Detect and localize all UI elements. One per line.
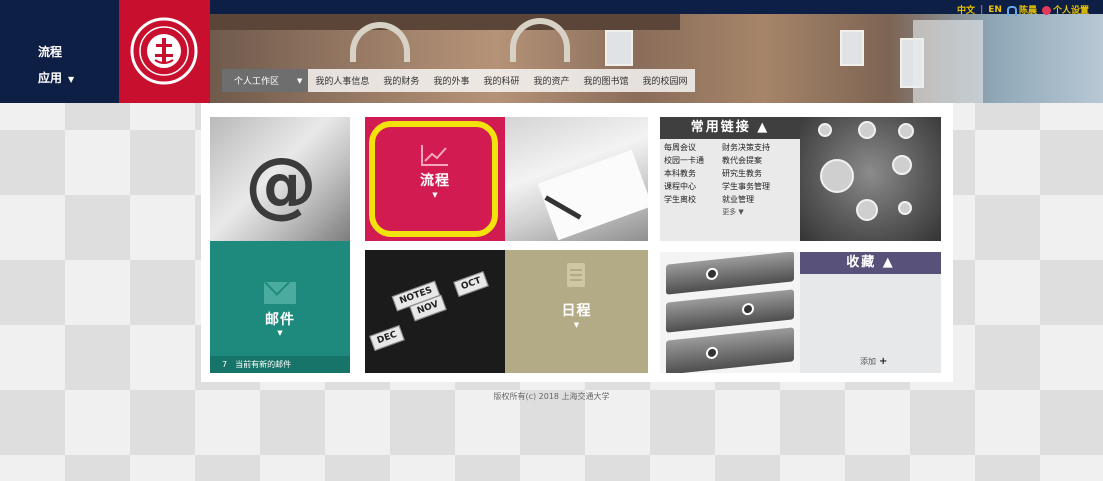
link-item[interactable]: 就业管理 bbox=[722, 194, 800, 207]
chevron-down-icon: ▼ bbox=[297, 76, 303, 85]
favorites-add-button[interactable]: 添加 + bbox=[860, 356, 887, 367]
settings-label: 个人设置 bbox=[1052, 6, 1089, 16]
mail-tile-label: 邮件 bbox=[265, 312, 295, 328]
chevron-down-icon: ▼ bbox=[68, 75, 75, 84]
nav-process-label: 流程 bbox=[38, 45, 63, 59]
network-node-icon bbox=[858, 121, 876, 139]
chevron-down-icon: ▼ bbox=[277, 329, 283, 337]
tab-foreign-affairs[interactable]: 我的外事 bbox=[426, 69, 476, 92]
binder-image bbox=[666, 327, 794, 373]
binder-ring bbox=[706, 267, 718, 281]
tab-personal-workspace[interactable]: 个人工作区 ▼ bbox=[222, 69, 309, 92]
binder-image bbox=[666, 252, 794, 295]
link-item[interactable]: 教代会提案 bbox=[722, 155, 800, 168]
nav-apps[interactable]: 应用 ▼ bbox=[38, 69, 74, 86]
lang-en-link[interactable]: EN bbox=[988, 5, 1002, 15]
university-seal-icon bbox=[130, 17, 198, 85]
mail-count: 7 bbox=[222, 360, 228, 369]
favorites-header[interactable]: 收藏 ▲ bbox=[800, 252, 941, 274]
network-node-icon bbox=[898, 201, 912, 215]
link-item[interactable]: 研究生教务 bbox=[722, 168, 800, 181]
envelope-icon bbox=[264, 282, 296, 304]
process-tile[interactable]: 流程 ▼ bbox=[365, 117, 505, 241]
lang-separator: | bbox=[979, 4, 984, 15]
common-links-header[interactable]: 常用链接 ▲ bbox=[660, 117, 800, 139]
favorites-add-label: 添加 bbox=[860, 357, 876, 366]
binders-photo-tile bbox=[660, 252, 800, 373]
top-right-bar: 中文 | EN 陈晨 个人设置 bbox=[957, 3, 1089, 17]
paper-image bbox=[537, 149, 648, 241]
tab-finance[interactable]: 我的财务 bbox=[376, 69, 426, 92]
header: 流程 应用 ▼ 中文 | EN 陈晨 个人设置 个人工作区 ▼ 我的人事信息 我… bbox=[0, 0, 1103, 103]
calendar-tab: OCT bbox=[453, 270, 490, 298]
nav-process[interactable]: 流程 bbox=[38, 43, 62, 60]
tab-assets[interactable]: 我的资产 bbox=[526, 69, 576, 92]
gear-icon bbox=[1041, 6, 1051, 15]
link-item[interactable]: 财务决策支持 bbox=[722, 142, 800, 155]
copyright: 版权所有(c) 2018 上海交通大学 bbox=[493, 392, 610, 401]
network-node-icon bbox=[818, 123, 832, 137]
common-links-panel: 常用链接 ▲ 每周会议 财务决策支持 校园一卡通 教代会提案 本科教务 研究生教… bbox=[660, 117, 800, 241]
settings-link[interactable]: 个人设置 bbox=[1041, 3, 1089, 16]
banner-window bbox=[840, 30, 864, 66]
network-node-icon bbox=[898, 123, 914, 139]
links-grid: 每周会议 财务决策支持 校园一卡通 教代会提案 本科教务 研究生教务 课程中心 … bbox=[660, 139, 800, 241]
email-photo-tile: @ bbox=[210, 117, 350, 241]
binder-ring bbox=[706, 346, 718, 360]
office-photo-tile bbox=[505, 117, 648, 241]
main-panel: @ 流程 ▼ 常用链接 ▲ 每周会议 财务决策支持 校园一卡通 教代会提案 本科… bbox=[201, 103, 953, 382]
left-nav: 流程 应用 ▼ bbox=[0, 0, 119, 103]
favorites-panel: 收藏 ▲ 添加 + bbox=[800, 252, 941, 373]
link-item[interactable]: 学生离校 bbox=[664, 194, 722, 207]
notepad-icon bbox=[567, 263, 585, 287]
at-sign-icon: @ bbox=[245, 142, 317, 226]
plus-icon: + bbox=[879, 356, 888, 367]
links-more-button[interactable]: 更多 ▼ bbox=[664, 207, 800, 220]
banner-tree bbox=[913, 20, 983, 103]
link-item[interactable]: 本科教务 bbox=[664, 168, 722, 181]
user-name: 陈晨 bbox=[1018, 6, 1037, 16]
mail-status-bar: 7 当前有新的邮件 bbox=[210, 356, 350, 373]
link-item[interactable]: 课程中心 bbox=[664, 181, 722, 194]
schedule-tile[interactable]: 日程 ▼ bbox=[505, 250, 648, 373]
network-node-icon bbox=[856, 199, 878, 221]
link-item[interactable]: 学生事务管理 bbox=[722, 181, 800, 194]
tab-campus-network[interactable]: 我的校园网 bbox=[636, 69, 695, 92]
link-item[interactable]: 每周会议 bbox=[664, 142, 722, 155]
calendar-tab: DEC bbox=[369, 324, 405, 352]
link-item[interactable]: 校园一卡通 bbox=[664, 155, 722, 168]
user-link[interactable]: 陈晨 bbox=[1006, 3, 1037, 16]
banner-window bbox=[605, 30, 633, 66]
university-logo[interactable] bbox=[119, 0, 210, 103]
network-node-icon bbox=[820, 159, 854, 193]
network-node-icon bbox=[892, 155, 912, 175]
mail-status-text: 当前有新的邮件 bbox=[235, 360, 292, 369]
schedule-tile-label: 日程 bbox=[561, 303, 592, 319]
lang-zh-link[interactable]: 中文 bbox=[957, 3, 975, 16]
binder-ring bbox=[742, 302, 754, 316]
tab-label: 个人工作区 bbox=[234, 77, 280, 87]
mail-tile[interactable]: 邮件 ▼ 7 当前有新的邮件 bbox=[210, 241, 350, 373]
calendar-photo-tile: DEC NOV OCT NOTES bbox=[365, 250, 505, 373]
binder-image bbox=[666, 289, 794, 333]
tab-library[interactable]: 我的图书馆 bbox=[576, 69, 635, 92]
tab-personnel-info[interactable]: 我的人事信息 bbox=[308, 69, 376, 92]
banner-roof bbox=[210, 14, 680, 30]
tab-research[interactable]: 我的科研 bbox=[476, 69, 526, 92]
network-photo-tile bbox=[800, 117, 941, 241]
tab-bar: 个人工作区 ▼ 我的人事信息 我的财务 我的外事 我的科研 我的资产 我的图书馆 … bbox=[222, 69, 695, 92]
highlight-ring bbox=[369, 121, 498, 237]
nav-apps-label: 应用 bbox=[38, 71, 63, 85]
chevron-down-icon: ▼ bbox=[573, 321, 580, 329]
user-icon bbox=[1006, 5, 1017, 16]
